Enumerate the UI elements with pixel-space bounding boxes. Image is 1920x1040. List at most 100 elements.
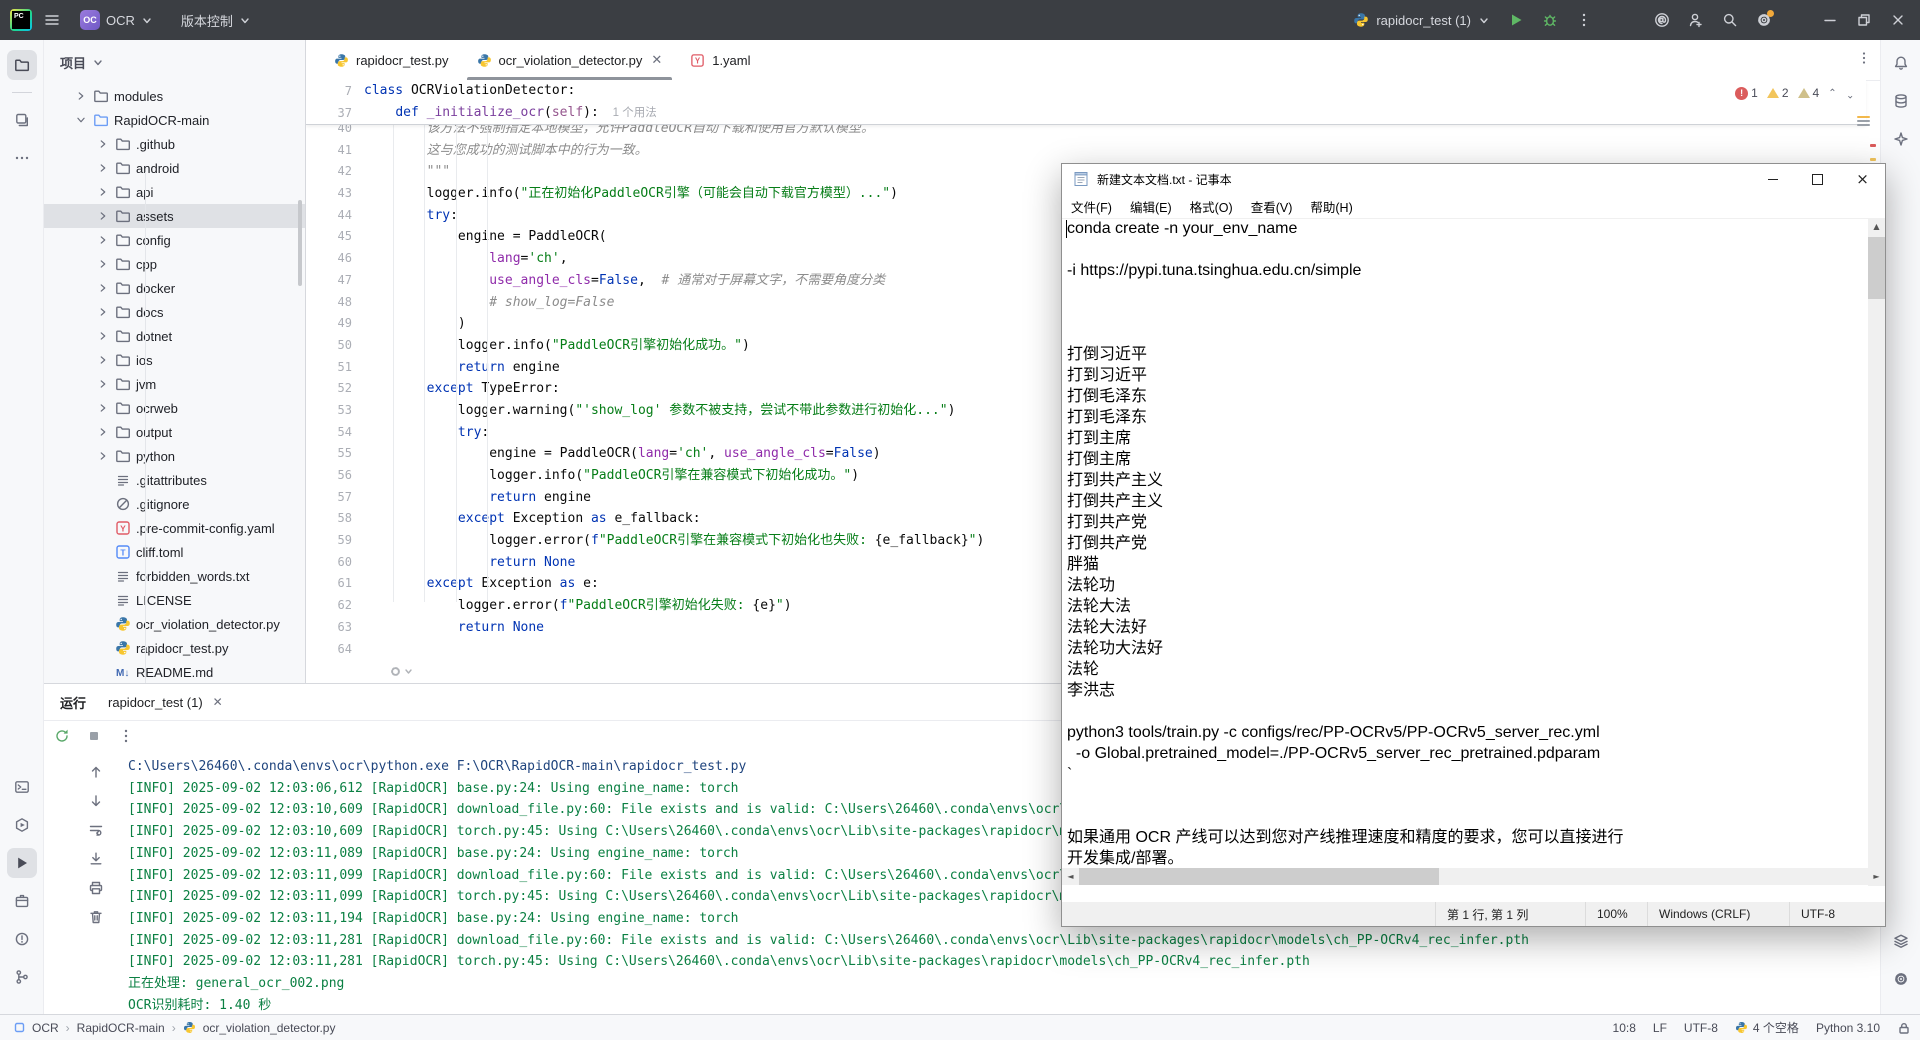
notepad-menu-F[interactable]: 文件(F) (1062, 197, 1121, 216)
packages-tool-icon[interactable] (7, 886, 37, 916)
editor-tab-1.yaml[interactable]: Y1.yaml (676, 40, 764, 80)
database-tool-icon[interactable] (1886, 86, 1916, 116)
tree-item-rapidocr_test.py[interactable]: rapidocr_test.py (44, 636, 305, 660)
layers-tool-icon[interactable] (1886, 926, 1916, 956)
run-button[interactable] (1508, 12, 1524, 28)
tree-item-modules[interactable]: modules (44, 84, 305, 108)
chevron-right-icon[interactable] (96, 305, 110, 319)
notepad-titlebar[interactable]: 新建文本文档.txt - 记事本 × (1062, 164, 1885, 194)
project-widget[interactable]: OC OCR (72, 6, 161, 34)
line-ending-widget[interactable]: LF (1653, 1021, 1667, 1035)
tree-item-dotnet[interactable]: dotnet (44, 324, 305, 348)
chevron-right-icon[interactable] (96, 425, 110, 439)
window-restore-button[interactable] (1856, 12, 1872, 28)
search-icon[interactable] (1722, 12, 1738, 28)
terminal-tool-icon[interactable] (7, 772, 37, 802)
tree-item-assets[interactable]: assets (44, 204, 305, 228)
tree-item-config[interactable]: config (44, 228, 305, 252)
vcs-widget[interactable]: 版本控制 (173, 7, 259, 34)
print-icon[interactable] (88, 880, 104, 896)
more-v-button[interactable] (118, 728, 134, 744)
more-tool-icon[interactable] (7, 143, 37, 173)
tree-item-cpp[interactable]: cpp (44, 252, 305, 276)
notepad-close-button[interactable]: × (1840, 164, 1885, 194)
add-user-icon[interactable] (1688, 12, 1704, 28)
ai-assistant-icon[interactable] (1654, 12, 1670, 28)
chevron-right-icon[interactable] (96, 401, 110, 415)
encoding-widget[interactable]: UTF-8 (1684, 1021, 1718, 1035)
run-tab[interactable]: rapidocr_test (1) ✕ (108, 695, 223, 710)
problems-tool-icon[interactable] (7, 924, 37, 954)
rerun-button[interactable] (54, 728, 70, 744)
scrollbar-thumb[interactable] (1079, 868, 1439, 885)
bell-tool-icon[interactable] (1886, 48, 1916, 78)
close-icon[interactable]: ✕ (651, 52, 662, 68)
project-panel-header[interactable]: 项目 (44, 40, 305, 84)
notepad-horizontal-scrollbar[interactable]: ◄ ► (1062, 868, 1885, 885)
project-tree-scrollbar[interactable] (298, 200, 302, 286)
scroll-end-icon[interactable] (88, 851, 104, 867)
chevron-right-icon[interactable] (96, 377, 110, 391)
down-icon[interactable] (88, 793, 104, 809)
tree-item-api[interactable]: api (44, 180, 305, 204)
notepad-vertical-scrollbar[interactable]: ▲ ▼ (1868, 218, 1885, 886)
editor-tab-rapidocr_test.py[interactable]: rapidocr_test.py (320, 40, 463, 80)
tree-item-ios[interactable]: ios (44, 348, 305, 372)
window-close-button[interactable] (1890, 12, 1906, 28)
run-configuration-widget[interactable]: rapidocr_test (1) (1353, 12, 1490, 28)
tree-item-cliff.toml[interactable]: Tcliff.toml (44, 540, 305, 564)
next-problem-icon[interactable]: ⌃ (1846, 88, 1854, 99)
chevron-right-icon[interactable] (96, 233, 110, 247)
breadcrumb-file[interactable]: ocr_violation_detector.py (203, 1021, 336, 1035)
notepad-minimize-button[interactable] (1750, 164, 1795, 194)
up-icon[interactable] (88, 764, 104, 780)
settings-small-tool-icon[interactable] (1886, 964, 1916, 994)
chevron-right-icon[interactable] (96, 137, 110, 151)
tree-item-README.md[interactable]: M↓README.md (44, 660, 305, 683)
chevron-down-icon[interactable] (74, 113, 88, 127)
notepad-menu-V[interactable]: 查看(V) (1242, 197, 1302, 216)
tree-item-.gitignore[interactable]: .gitignore (44, 492, 305, 516)
git-tool-icon[interactable] (7, 962, 37, 992)
stop-button[interactable] (86, 728, 102, 744)
notepad-maximize-button[interactable] (1795, 164, 1840, 194)
tree-item-output[interactable]: output (44, 420, 305, 444)
inspections-widget[interactable]: !1 2 4 ⌃ ⌃ (1735, 86, 1854, 100)
settings-icon[interactable] (1756, 12, 1772, 28)
chevron-right-icon[interactable] (96, 185, 110, 199)
project-tool-icon[interactable] (7, 50, 37, 80)
breadcrumb-project[interactable]: OCR (32, 1021, 59, 1035)
tree-item-docs[interactable]: docs (44, 300, 305, 324)
window-minimize-button[interactable] (1822, 12, 1838, 28)
interpreter-widget[interactable]: Python 3.10 (1816, 1021, 1880, 1035)
tree-item-.gitattributes[interactable]: .gitattributes (44, 468, 305, 492)
tree-item-python[interactable]: python (44, 444, 305, 468)
more-actions-icon[interactable] (1576, 12, 1592, 28)
editor-tab-ocr_violation_detector.py[interactable]: ocr_violation_detector.py✕ (463, 40, 677, 80)
commit-tool-icon[interactable] (7, 105, 37, 135)
caret-position-widget[interactable]: 10:8 (1613, 1021, 1636, 1035)
inspections-menu-icon[interactable] (1857, 114, 1870, 128)
lock-icon[interactable] (1897, 1021, 1910, 1034)
tree-item-android[interactable]: android (44, 156, 305, 180)
indent-widget[interactable]: 4 个空格 (1735, 1019, 1799, 1036)
tree-item-ocrweb[interactable]: ocrweb (44, 396, 305, 420)
tree-item-jvm[interactable]: jvm (44, 372, 305, 396)
notepad-menu-H[interactable]: 帮助(H) (1301, 197, 1361, 216)
chevron-right-icon[interactable] (96, 449, 110, 463)
scrollbar-thumb[interactable] (1868, 237, 1885, 299)
inlay-settings-icon[interactable] (390, 666, 413, 677)
close-icon[interactable]: ✕ (213, 695, 223, 709)
ai-tool-icon[interactable] (1886, 124, 1916, 154)
editor-tabs-more-icon[interactable] (1856, 50, 1872, 66)
clear-icon[interactable] (88, 909, 104, 925)
prev-problem-icon[interactable]: ⌃ (1828, 88, 1836, 99)
debug-button[interactable] (1542, 12, 1558, 28)
scroll-up-icon[interactable]: ▲ (1868, 218, 1885, 235)
main-menu-icon[interactable] (44, 12, 60, 28)
scroll-left-icon[interactable]: ◄ (1062, 868, 1079, 885)
breadcrumb-folder[interactable]: RapidOCR-main (77, 1021, 165, 1035)
notepad-text-area[interactable]: conda create -n your_env_name -i https:/… (1062, 218, 1868, 886)
services-tool-icon[interactable] (7, 810, 37, 840)
tree-item-RapidOCR-main[interactable]: RapidOCR-main (44, 108, 305, 132)
